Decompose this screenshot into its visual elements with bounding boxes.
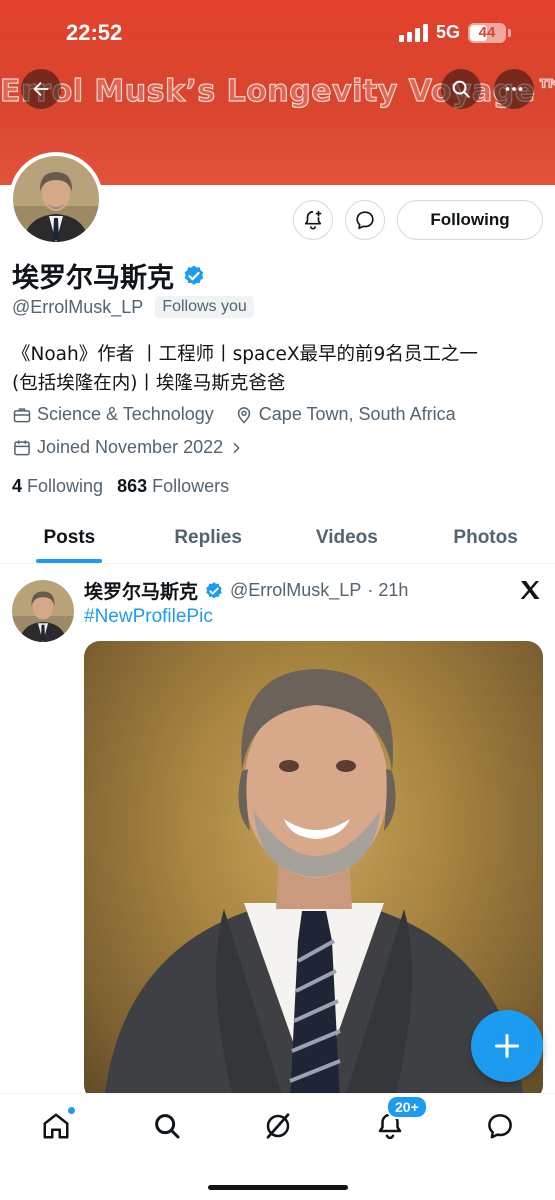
profile-meta: Science & Technology Cape Town, South Af… <box>12 404 456 425</box>
tab-replies-label: Replies <box>174 526 242 548</box>
home-icon <box>43 1113 69 1139</box>
status-time: 22:52 <box>66 20 123 45</box>
location-item: Cape Town, South Africa <box>234 404 456 425</box>
battery-icon: 44 <box>468 22 506 43</box>
more-horizontal-icon <box>505 87 523 91</box>
category-item: Science & Technology <box>12 404 214 425</box>
tab-photos-label: Photos <box>453 526 518 548</box>
handle-row: @ErrolMusk_LP Follows you <box>12 296 254 318</box>
status-indicators: 5G 44 <box>398 22 511 43</box>
tab-photos[interactable]: Photos <box>416 512 555 563</box>
tab-replies[interactable]: Replies <box>139 512 278 563</box>
post-avatar-image <box>12 580 74 642</box>
follows-you-badge: Follows you <box>155 296 254 318</box>
joined-text: Joined November 2022 <box>37 437 224 457</box>
post-author-name[interactable]: 埃罗尔马斯克 <box>84 577 198 604</box>
post-hashtag[interactable]: #NewProfilePic <box>84 606 213 628</box>
bottom-navigation: 20+ <box>0 1093 555 1200</box>
battery-level: 44 <box>478 24 496 41</box>
category-text: Science & Technology <box>37 404 214 424</box>
calendar-icon <box>14 440 30 455</box>
profile-bio: 《Noah》作者 丨工程师丨spaceX最早的前9名员工之一 (包括埃隆在内)丨… <box>12 340 542 398</box>
nav-search[interactable] <box>149 1108 185 1144</box>
avatar-image <box>13 156 99 242</box>
nav-messages[interactable] <box>482 1108 518 1144</box>
x-logo-icon[interactable] <box>518 578 542 602</box>
bell-plus-icon <box>304 210 322 230</box>
tab-videos[interactable]: Videos <box>278 512 417 563</box>
nav-grok[interactable] <box>260 1108 296 1144</box>
messages-icon <box>488 1114 512 1139</box>
compose-post-button[interactable] <box>471 1010 543 1082</box>
arrow-left-icon <box>33 81 49 97</box>
following-count: 4 <box>12 476 23 496</box>
following-count-link[interactable]: 4 Following <box>12 476 103 497</box>
grok-icon <box>266 1113 290 1139</box>
joined-item[interactable]: Joined November 2022 <box>12 437 244 458</box>
post-author-handle: @ErrolMusk_LP <box>230 580 362 600</box>
more-options-button[interactable] <box>494 69 534 109</box>
tab-videos-label: Videos <box>315 526 378 548</box>
search-icon <box>155 1114 180 1139</box>
search-button[interactable] <box>441 69 481 109</box>
plus-icon <box>494 1033 520 1059</box>
post-header: 埃罗尔马斯克 @ErrolMusk_LP · 21h <box>84 577 408 604</box>
bio-line-1: 《Noah》作者 丨工程师丨spaceX最早的前9名员工之一 <box>12 344 478 365</box>
notifications-badge: 20+ <box>386 1095 428 1119</box>
display-name-text: 埃罗尔马斯克 <box>12 263 174 294</box>
bio-line-2: (包括埃隆在内)丨埃隆马斯克爸爸 <box>12 373 286 394</box>
message-icon <box>356 211 374 230</box>
profile-handle: @ErrolMusk_LP <box>12 296 144 317</box>
notifications-subscribe-button[interactable] <box>293 200 333 240</box>
verified-badge-icon <box>206 581 222 598</box>
post-time: · 21h <box>367 580 409 600</box>
search-icon <box>452 80 470 98</box>
chevron-right-icon <box>233 442 240 453</box>
profile-display-name: 埃罗尔马斯克 <box>12 256 206 295</box>
followers-label: Followers <box>152 476 230 496</box>
followers-count-link[interactable]: 863 Followers <box>117 476 229 497</box>
profile-tabs: Posts Replies Videos Photos <box>0 512 555 564</box>
back-button[interactable] <box>21 69 61 109</box>
joined-row[interactable]: Joined November 2022 <box>12 437 244 458</box>
briefcase-icon <box>13 407 31 422</box>
followers-count: 863 <box>117 476 148 496</box>
profile-avatar[interactable] <box>9 152 103 246</box>
nav-home[interactable] <box>38 1106 76 1144</box>
location-pin-icon <box>237 406 250 424</box>
home-indicator <box>207 1185 348 1190</box>
follow-counts: 4 Following 863 Followers <box>12 476 229 497</box>
following-button[interactable]: Following <box>397 200 543 240</box>
signal-icon <box>398 23 428 42</box>
tab-posts[interactable]: Posts <box>0 512 139 563</box>
tab-posts-label: Posts <box>43 526 96 548</box>
post-author-avatar[interactable] <box>12 580 74 642</box>
new-posts-dot <box>67 1106 76 1115</box>
verified-badge-icon[interactable] <box>182 264 206 288</box>
network-type: 5G <box>435 22 460 42</box>
message-button[interactable] <box>345 200 385 240</box>
location-text: Cape Town, South Africa <box>258 404 456 424</box>
nav-notifications[interactable]: 20+ <box>372 1095 428 1144</box>
following-label: Following <box>27 476 104 496</box>
